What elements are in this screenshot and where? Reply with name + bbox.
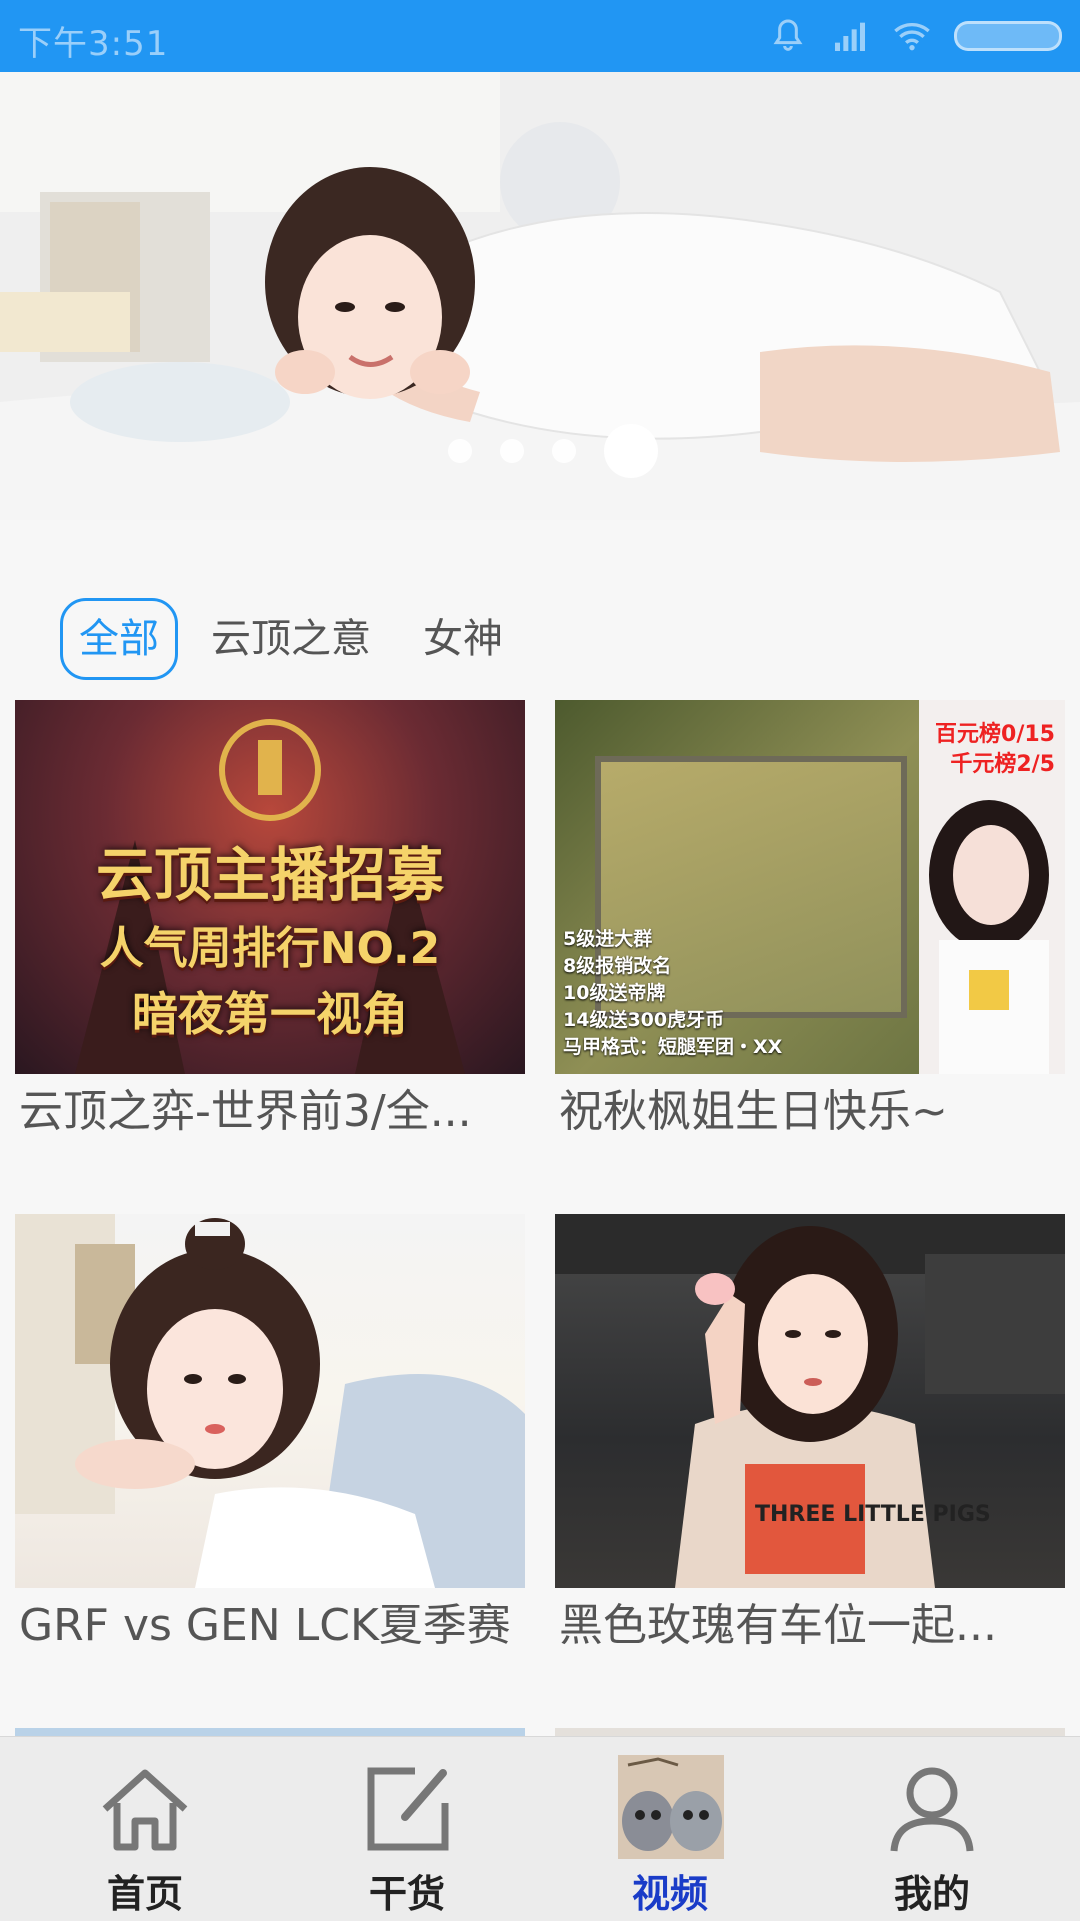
rank-text: 千元榜2/5: [950, 752, 1055, 777]
nav-item-home[interactable]: 首页: [10, 1737, 280, 1921]
stream-notes: 5级进大群 8级报销改名 10级送帝牌 14级送300虎牙币 马甲格式：短腿军团…: [563, 926, 782, 1061]
video-title[interactable]: 云顶之弈-世界前3/全...: [15, 1082, 525, 1142]
shirt-text: THREE LITTLE PIGS: [755, 1502, 991, 1527]
status-bar: 下午3:51: [0, 0, 1080, 72]
video-thumbnail[interactable]: [15, 1214, 525, 1588]
wifi-icon: [894, 23, 930, 51]
video-card[interactable]: THREE LITTLE PIGS 黑色玫瑰有车位一起...: [555, 1214, 1065, 1656]
nav-label: 我的: [893, 1872, 970, 1916]
status-icons: [768, 14, 1062, 58]
thumbnail-photo: [15, 1214, 525, 1588]
video-card[interactable]: GRF vs GEN LCK夏季赛: [15, 1214, 525, 1656]
video-card[interactable]: 云顶主播招募 人气周排行NO.2 暗夜第一视角 云顶之弈-世界前3/全...: [15, 700, 525, 1142]
nav-label: 首页: [106, 1872, 183, 1916]
edit-icon: [367, 1767, 449, 1851]
thumbnail-photo: [555, 1214, 1065, 1588]
carousel-indicator: [448, 424, 658, 478]
video-title[interactable]: 黑色玫瑰有车位一起...: [555, 1596, 1065, 1656]
filter-chip-goddess[interactable]: 女神: [404, 598, 522, 680]
nav-item-profile[interactable]: 我的: [797, 1737, 1067, 1921]
rank-text: 百元榜0/15: [935, 722, 1055, 747]
banner-carousel[interactable]: [0, 72, 1080, 520]
video-title[interactable]: GRF vs GEN LCK夏季赛: [15, 1596, 525, 1656]
nav-label: 干货: [368, 1872, 445, 1916]
carousel-dot[interactable]: [500, 439, 524, 463]
status-time: 下午3:51: [18, 24, 169, 64]
filter-chip-tft[interactable]: 云顶之意: [192, 598, 390, 680]
carousel-dot[interactable]: [552, 439, 576, 463]
note-line: 10级送帝牌: [563, 982, 666, 1004]
thumb-headline: 云顶主播招募: [95, 841, 444, 909]
note-line: 马甲格式：短腿军团・XX: [563, 1036, 783, 1058]
nav-item-videos[interactable]: 视频: [535, 1737, 805, 1921]
bell-icon: [773, 19, 803, 51]
home-icon: [102, 1769, 188, 1851]
thumb-subline: 人气周排行NO.2: [99, 923, 441, 974]
signal-icon: [835, 22, 865, 51]
thumb-subline: 暗夜第一视角: [132, 987, 408, 1041]
nav-item-articles[interactable]: 干货: [272, 1737, 542, 1921]
nav-label: 视频: [631, 1872, 708, 1916]
battery-icon: [954, 21, 1062, 51]
category-filter: 全部 云顶之意 女神: [60, 596, 522, 682]
filter-chip-all[interactable]: 全部: [60, 598, 178, 680]
note-line: 5级进大群: [563, 928, 653, 950]
carousel-dot[interactable]: [448, 439, 472, 463]
video-thumbnail[interactable]: 百元榜0/15 千元榜2/5 5级进大群 8级报销改名 10级送帝牌 14级送3…: [555, 700, 1065, 1074]
note-line: 14级送300虎牙币: [563, 1009, 725, 1031]
note-line: 8级报销改名: [563, 955, 672, 977]
user-icon: [890, 1767, 974, 1852]
video-card[interactable]: 百元榜0/15 千元榜2/5 5级进大群 8级报销改名 10级送帝牌 14级送3…: [555, 700, 1065, 1142]
video-title[interactable]: 祝秋枫姐生日快乐~: [555, 1082, 1065, 1142]
bottom-navigation: 首页 干货 视频 我的: [0, 1736, 1080, 1921]
video-thumbnail[interactable]: THREE LITTLE PIGS: [555, 1214, 1065, 1588]
video-thumbnail[interactable]: 云顶主播招募 人气周排行NO.2 暗夜第一视角: [15, 700, 525, 1074]
cats-image-icon: [618, 1755, 724, 1859]
carousel-dot-active[interactable]: [604, 424, 658, 478]
